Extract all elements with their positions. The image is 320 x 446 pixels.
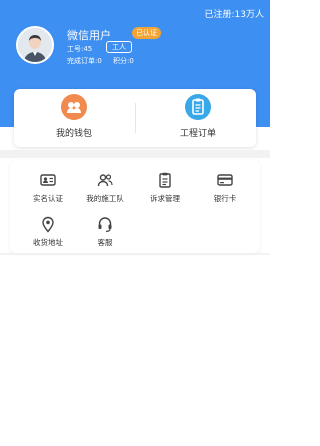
registered-count: 已注册:13万人	[204, 10, 265, 20]
primary-actions-card: 我的钱包 工程订单	[14, 89, 256, 147]
service-label: 收货地址	[33, 238, 63, 247]
worker-id: 工号:45	[67, 45, 93, 53]
team-icon	[96, 171, 114, 189]
service-my-team[interactable]: 我的施工队	[75, 171, 135, 204]
location-icon	[39, 215, 57, 233]
service-label: 实名认证	[33, 194, 63, 203]
avatar[interactable]	[16, 26, 54, 64]
service-address[interactable]: 收货地址	[18, 215, 78, 248]
card-divider	[135, 103, 136, 133]
wallet-icon	[61, 94, 87, 120]
wallet-label: 我的钱包	[55, 129, 92, 139]
service-label: 我的施工队	[86, 194, 124, 203]
points: 积分:0	[113, 57, 134, 65]
verified-badge: 已认证	[132, 27, 161, 39]
id-card-icon	[39, 171, 57, 189]
completed-orders: 完成订单:0	[67, 57, 102, 65]
orders-button[interactable]: 工程订单	[148, 94, 248, 142]
service-label: 银行卡	[213, 194, 237, 203]
services-card: 实名认证 我的施工队 诉求管理 银行卡 收货地址 客服	[10, 160, 260, 253]
service-customer-support[interactable]: 客服	[75, 215, 135, 248]
service-label: 诉求管理	[150, 194, 180, 203]
section-bottom-divider	[0, 253, 270, 255]
headset-icon	[96, 215, 114, 233]
service-bank-card[interactable]: 银行卡	[195, 171, 255, 204]
wallet-button[interactable]: 我的钱包	[24, 94, 124, 142]
bank-card-icon	[216, 171, 234, 189]
service-real-name[interactable]: 实名认证	[18, 171, 78, 204]
service-label: 客服	[97, 238, 113, 247]
avatar-person-icon	[18, 28, 52, 62]
orders-label: 工程订单	[179, 129, 216, 139]
user-name: 微信用户	[67, 29, 111, 42]
service-appeals[interactable]: 诉求管理	[135, 171, 195, 204]
section-gap	[0, 150, 270, 158]
orders-icon	[185, 94, 211, 120]
clipboard-icon	[156, 171, 174, 189]
worker-badge: 工人	[106, 41, 132, 53]
